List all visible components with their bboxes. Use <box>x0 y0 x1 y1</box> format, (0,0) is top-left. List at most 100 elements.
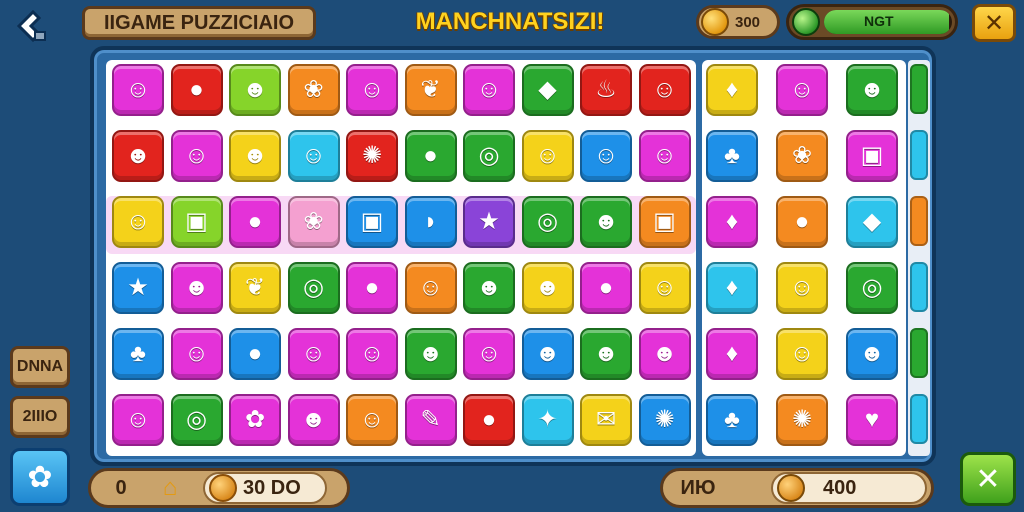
board-tile-2-1[interactable]: ▣ <box>170 196 223 248</box>
board-tile-3-2[interactable]: ❦ <box>229 262 281 314</box>
board-tile-0-3[interactable]: ❀ <box>287 64 340 116</box>
board-tile-2-5[interactable]: ◗ <box>404 196 457 248</box>
tile-glyph: ● <box>189 76 204 103</box>
board-tile-1-4[interactable]: ✺ <box>346 130 398 182</box>
board-tile-4-5[interactable]: ☻ <box>404 328 457 380</box>
right-tile-4-0[interactable]: ♦ <box>706 328 758 380</box>
tile-glyph: ♣ <box>724 142 740 169</box>
tile-glyph: ◎ <box>186 406 207 433</box>
board-tile-5-0[interactable]: ☺ <box>112 394 164 446</box>
board-tile-1-7[interactable]: ☺ <box>521 130 574 182</box>
tile-glyph: ✺ <box>361 142 383 169</box>
board-tile-5-9[interactable]: ✺ <box>638 394 691 446</box>
tile-glyph: ♣ <box>130 340 146 367</box>
board-tile-2-6[interactable]: ★ <box>463 196 515 248</box>
board-tile-4-8[interactable]: ☻ <box>580 328 632 380</box>
board-tile-5-8[interactable]: ✉ <box>580 394 632 446</box>
tile-glyph: ☻ <box>183 274 210 301</box>
right-tile-3-2[interactable]: ◎ <box>846 262 898 314</box>
board-tile-1-6[interactable]: ◎ <box>463 130 515 182</box>
board-tile-3-0[interactable]: ★ <box>112 262 164 314</box>
tile-glyph: ☻ <box>242 76 268 103</box>
right-tile-0-2[interactable]: ☻ <box>846 64 898 116</box>
board-tile-0-4[interactable]: ☺ <box>346 64 398 116</box>
board-tile-3-7[interactable]: ☻ <box>521 262 574 314</box>
right-tile-5-1[interactable]: ✺ <box>776 394 828 446</box>
right-tile-2-1[interactable]: ● <box>776 196 828 248</box>
tile-glyph: ☺ <box>184 340 209 367</box>
board-tile-5-3[interactable]: ☻ <box>287 394 340 446</box>
board-tile-2-9[interactable]: ▣ <box>638 196 691 248</box>
board-tile-3-9[interactable]: ☺ <box>638 262 691 314</box>
right-tile-2-0[interactable]: ♦ <box>706 196 758 248</box>
board-tile-3-5[interactable]: ☺ <box>404 262 457 314</box>
right-tile-0-1[interactable]: ☺ <box>776 64 828 116</box>
board-tile-4-7[interactable]: ☻ <box>521 328 574 380</box>
right-tile-4-1[interactable]: ☺ <box>776 328 828 380</box>
board-tile-2-0[interactable]: ☺ <box>112 196 164 248</box>
board-tile-1-3[interactable]: ☺ <box>287 130 340 182</box>
board-tile-2-3[interactable]: ❀ <box>287 196 340 248</box>
board-tile-2-2[interactable]: ● <box>229 196 281 248</box>
board-tile-5-7[interactable]: ✦ <box>521 394 574 446</box>
board-tile-4-0[interactable]: ♣ <box>112 328 164 380</box>
right-tile-2-2[interactable]: ◆ <box>846 196 898 248</box>
board-tile-5-1[interactable]: ◎ <box>170 394 223 446</box>
right-tile-0-0[interactable]: ♦ <box>706 64 758 116</box>
board-tile-1-2[interactable]: ☻ <box>229 130 281 182</box>
edge-tile <box>910 394 928 444</box>
right-tile-3-1[interactable]: ☺ <box>776 262 828 314</box>
board-tile-1-1[interactable]: ☺ <box>170 130 223 182</box>
board-tile-1-8[interactable]: ☺ <box>580 130 632 182</box>
board-tile-4-1[interactable]: ☺ <box>170 328 223 380</box>
board-tile-4-2[interactable]: ● <box>229 328 281 380</box>
right-tile-5-2[interactable]: ♥ <box>846 394 898 446</box>
close-button-top[interactable]: ✕ <box>972 4 1016 42</box>
close-button-bottom[interactable]: ✕ <box>960 452 1016 506</box>
house-icon[interactable]: ⌂ <box>151 472 189 504</box>
tile-glyph: ◆ <box>862 208 882 235</box>
board-tile-0-5[interactable]: ❦ <box>404 64 457 116</box>
board-tile-2-8[interactable]: ☻ <box>580 196 632 248</box>
board-tile-3-4[interactable]: ● <box>346 262 398 314</box>
right-tile-1-2[interactable]: ▣ <box>846 130 898 182</box>
tile-glyph: ☺ <box>359 406 385 433</box>
board-tile-3-3[interactable]: ◎ <box>287 262 340 314</box>
board-tile-3-8[interactable]: ● <box>580 262 632 314</box>
right-tile-1-1[interactable]: ❀ <box>776 130 828 182</box>
tile-glyph: ❀ <box>303 208 324 235</box>
tile-glyph: ★ <box>127 274 149 301</box>
tile-glyph: ☻ <box>593 340 619 367</box>
board-tile-4-6[interactable]: ☺ <box>463 328 515 380</box>
board-tile-3-6[interactable]: ☻ <box>463 262 515 314</box>
right-tile-1-0[interactable]: ♣ <box>706 130 758 182</box>
board-tile-0-0[interactable]: ☺ <box>112 64 164 116</box>
right-tile-5-0[interactable]: ♣ <box>706 394 758 446</box>
board-tile-0-2[interactable]: ☻ <box>229 64 281 116</box>
board-tile-4-3[interactable]: ☺ <box>287 328 340 380</box>
board-tile-4-9[interactable]: ☻ <box>638 328 691 380</box>
board-tile-5-5[interactable]: ✎ <box>404 394 457 446</box>
board-tile-3-1[interactable]: ☻ <box>170 262 223 314</box>
board-tile-1-0[interactable]: ☻ <box>112 130 164 182</box>
board-tile-0-8[interactable]: ♨ <box>580 64 632 116</box>
right-tile-3-0[interactable]: ♦ <box>706 262 758 314</box>
board-tile-5-6[interactable]: ● <box>463 394 515 446</box>
board-tile-5-2[interactable]: ✿ <box>229 394 281 446</box>
back-button[interactable] <box>8 4 58 48</box>
board-edge-strip <box>908 60 930 456</box>
settings-button[interactable]: ✿ <box>10 448 70 506</box>
board-tile-2-4[interactable]: ▣ <box>346 196 398 248</box>
board-tile-5-4[interactable]: ☺ <box>346 394 398 446</box>
board-tile-0-7[interactable]: ◆ <box>521 64 574 116</box>
game-title: IIGAME PUZZICIAIO <box>104 11 294 34</box>
board-tile-1-9[interactable]: ☺ <box>638 130 691 182</box>
board-tile-2-7[interactable]: ◎ <box>521 196 574 248</box>
board-tile-0-1[interactable]: ● <box>170 64 223 116</box>
board-tile-4-4[interactable]: ☺ <box>346 328 398 380</box>
board-tile-0-9[interactable]: ☺ <box>638 64 691 116</box>
tile-glyph: ☻ <box>125 142 151 169</box>
right-tile-4-2[interactable]: ☻ <box>846 328 898 380</box>
board-tile-0-6[interactable]: ☺ <box>463 64 515 116</box>
board-tile-1-5[interactable]: ● <box>404 130 457 182</box>
